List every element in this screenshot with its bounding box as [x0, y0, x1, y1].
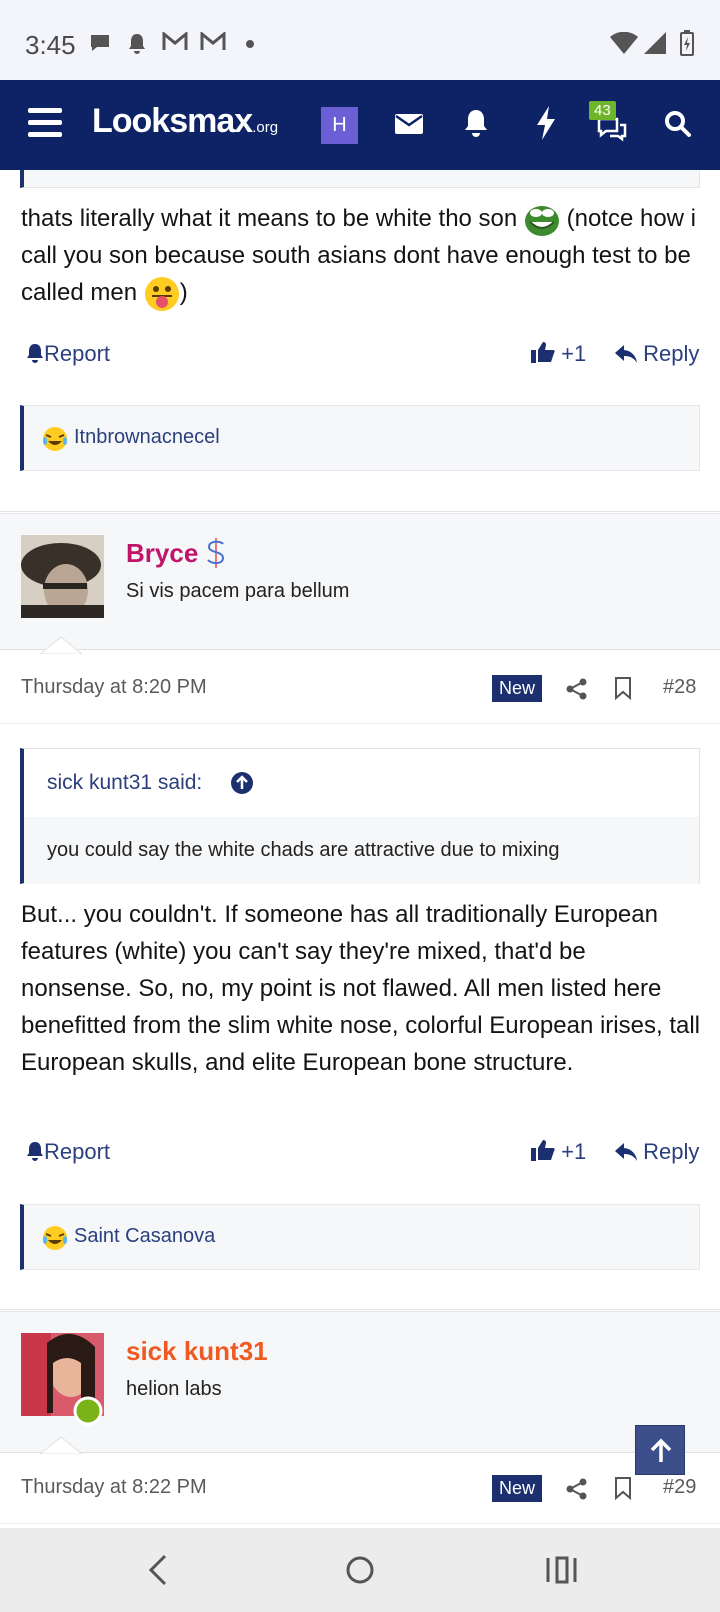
- bookmark-icon[interactable]: [614, 1476, 632, 1500]
- post-28-meta: Thursday at 8:20 PM New #28: [0, 654, 720, 724]
- post-number[interactable]: #29: [663, 1476, 696, 1499]
- thumbs-up-icon: [531, 1140, 555, 1161]
- tongue-out-emoji-icon: [144, 276, 179, 311]
- quote-text: you could say the white chads are attrac…: [47, 839, 560, 861]
- dollar-badge-icon: [207, 538, 225, 568]
- dot-icon: [246, 40, 254, 48]
- alerts-bell-icon[interactable]: [463, 108, 489, 138]
- post-27-actions: Report +1 Reply: [0, 335, 720, 375]
- crying-laugh-emoji-icon: [43, 1226, 67, 1250]
- reaction-user-link[interactable]: Itnbrownacnecel: [74, 426, 220, 449]
- post-27-body: thats literally what it means to be whit…: [21, 200, 701, 312]
- reaction-user-link[interactable]: Saint Casanova: [74, 1225, 215, 1248]
- like-button[interactable]: +1: [531, 1139, 586, 1165]
- bookmark-icon[interactable]: [614, 676, 632, 700]
- menu-icon[interactable]: [28, 108, 62, 138]
- like-button[interactable]: +1: [531, 341, 586, 367]
- battery-icon: [680, 30, 694, 56]
- scroll-to-top-button[interactable]: [635, 1425, 685, 1475]
- username-sick-kunt31[interactable]: sick kunt31: [126, 1336, 268, 1367]
- thumbs-up-icon: [531, 342, 555, 363]
- user-area-pointer: [40, 636, 82, 654]
- user-avatar-button[interactable]: H: [321, 107, 358, 144]
- report-button[interactable]: Report: [26, 1139, 110, 1165]
- conversations-badge: 43: [589, 101, 616, 120]
- post-28-actions: Report +1 Reply: [0, 1133, 720, 1173]
- bell-icon: [27, 1142, 43, 1161]
- home-icon[interactable]: [344, 1554, 376, 1586]
- share-icon[interactable]: [566, 1478, 588, 1500]
- back-icon[interactable]: [148, 1554, 168, 1586]
- post-28-reactions: Saint Casanova: [20, 1204, 700, 1270]
- report-button[interactable]: Report: [26, 341, 110, 367]
- wifi-icon: [610, 32, 638, 54]
- post-divider: [0, 1296, 720, 1310]
- reply-button[interactable]: Reply: [615, 1139, 699, 1165]
- reply-arrow-icon: [615, 345, 637, 363]
- post-divider: [0, 498, 720, 512]
- post-28-body: But... you couldn't. If someone has all …: [21, 901, 700, 1076]
- site-header: Looksmax.org H 43: [0, 80, 720, 170]
- reply-arrow-icon: [615, 1143, 637, 1161]
- bryce-avatar[interactable]: [21, 535, 104, 618]
- crying-laugh-emoji-icon: [43, 427, 67, 451]
- quote-body: you could say the white chads are attrac…: [24, 817, 699, 884]
- recents-icon[interactable]: [545, 1554, 577, 1586]
- username-bryce[interactable]: Bryce: [126, 538, 198, 569]
- post-date[interactable]: Thursday at 8:20 PM: [21, 676, 207, 699]
- signal-icon: [644, 32, 666, 54]
- status-time: 3:45: [25, 30, 76, 60]
- post-29-meta: Thursday at 8:22 PM New #29: [0, 1454, 720, 1524]
- post-28-quote: sick kunt31 said: you could say the whit…: [20, 748, 700, 884]
- bell-icon: [27, 344, 43, 363]
- new-badge: New: [492, 1475, 543, 1502]
- online-status-indicator: [73, 1396, 103, 1426]
- quote-header: sick kunt31 said:: [24, 749, 699, 817]
- chat-notification-icon: [91, 35, 109, 51]
- post-28-user-info: Bryce Si vis pacem para bellum: [0, 513, 720, 650]
- inbox-icon[interactable]: [394, 112, 424, 136]
- user-title: Si vis pacem para bellum: [126, 580, 350, 602]
- gmail-icon-2: [200, 32, 226, 50]
- post-29-user-info: sick kunt31 helion labs: [0, 1311, 720, 1453]
- previous-quote-edge: [20, 170, 700, 188]
- post-number[interactable]: #28: [663, 676, 696, 699]
- jump-to-quote-icon[interactable]: [230, 771, 254, 795]
- post-date[interactable]: Thursday at 8:22 PM: [21, 1476, 207, 1499]
- user-area-pointer: [40, 1436, 82, 1454]
- status-bar: 3:45: [0, 0, 720, 80]
- site-logo[interactable]: Looksmax.org: [92, 102, 278, 141]
- user-title: helion labs: [126, 1378, 222, 1400]
- reply-button[interactable]: Reply: [615, 341, 699, 367]
- search-icon[interactable]: [664, 110, 692, 138]
- pepe-laugh-emoji-icon: [524, 205, 559, 236]
- system-nav-bar: [0, 1528, 720, 1612]
- arrow-up-icon: [650, 1438, 672, 1462]
- quote-author-link[interactable]: sick kunt31 said:: [47, 771, 202, 795]
- share-icon[interactable]: [566, 678, 588, 700]
- lightning-icon[interactable]: [535, 106, 557, 140]
- bell-notification-icon: [129, 34, 145, 54]
- gmail-icon: [162, 32, 188, 50]
- new-badge: New: [492, 675, 543, 702]
- post-27-reactions: Itnbrownacnecel: [20, 405, 700, 471]
